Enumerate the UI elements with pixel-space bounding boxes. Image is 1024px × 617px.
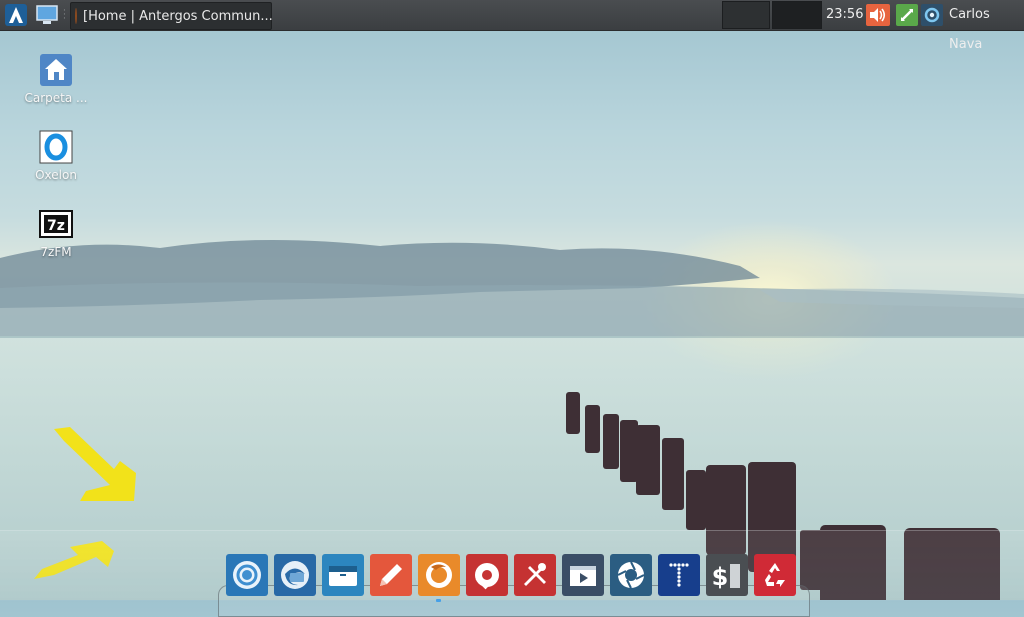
running-indicator (436, 599, 441, 602)
tools-icon (524, 563, 546, 586)
firefox-icon (426, 562, 452, 588)
dock-item-firefox[interactable] (418, 554, 460, 602)
dock-item-text-editor[interactable] (370, 554, 412, 596)
update-notifier-icon[interactable] (921, 4, 943, 26)
dock-item-video-player[interactable] (562, 554, 604, 596)
yellow-arrow-down-right (54, 427, 136, 501)
desktop-icon-home[interactable]: Carpeta ... (16, 53, 96, 105)
dock-item-shutter[interactable] (610, 554, 652, 596)
firefox-icon (75, 8, 77, 24)
desktop-icon-7zfm[interactable]: 7z 7zFM (16, 207, 96, 259)
dock-item-file-manager[interactable] (322, 554, 364, 596)
volume-icon[interactable] (866, 4, 890, 26)
dock-item-thunderbird[interactable] (274, 554, 316, 596)
thunderbird-icon (281, 561, 309, 589)
dock-item-chromium[interactable] (226, 554, 268, 596)
taskbar-window-button[interactable]: [Home | Antergos Commun... (70, 2, 273, 30)
recycle-icon (765, 563, 785, 587)
terminal-icon: $ (712, 563, 740, 591)
wallpaper-wooden-posts (566, 392, 1000, 600)
tweak-icon (475, 563, 499, 590)
network-glyph (901, 9, 913, 21)
antergos-menu-button[interactable] (3, 3, 29, 27)
home-folder-icon (39, 53, 73, 87)
monitor-icon (36, 5, 58, 24)
clock[interactable]: 23:56 (826, 0, 863, 30)
oxelon-icon (39, 130, 73, 164)
panel-separator: · · · (63, 6, 66, 24)
pencil-icon (380, 564, 402, 586)
dock-item-trash[interactable] (754, 554, 796, 596)
dock-item-terminal[interactable]: $ (706, 554, 748, 596)
video-icon (570, 566, 596, 586)
svg-text:7z: 7z (47, 218, 65, 234)
aperture-icon (617, 561, 645, 589)
speaker-glyph (870, 8, 886, 22)
taskbar-window-title: [Home | Antergos Commun... (83, 8, 273, 24)
show-desktop-button[interactable] (34, 3, 60, 27)
dock-item-system-tools[interactable] (514, 554, 556, 596)
network-icon[interactable] (896, 4, 918, 26)
desktop-icon-label: 7zFM (40, 245, 72, 259)
workspace-2[interactable] (772, 1, 822, 29)
type-icon (669, 563, 689, 587)
top-panel: · · · [Home | Antergos Commun... 23:56 Car… (0, 0, 1024, 52)
chromium-icon (233, 561, 261, 589)
workspace-1[interactable] (722, 1, 770, 29)
dock: $ (226, 554, 796, 602)
desktop-icon-label: Carpeta ... (24, 91, 88, 105)
dock-item-tweak-tool[interactable] (466, 554, 508, 596)
user-name[interactable]: Carlos Nava (949, 0, 1024, 52)
desktop-icon-label: Oxelon (35, 168, 77, 182)
desktop-icon-oxelon[interactable]: Oxelon (16, 130, 96, 182)
update-glyph (924, 7, 940, 23)
file-manager-icon (329, 566, 357, 586)
antergos-logo-icon (5, 4, 27, 26)
7zip-icon: 7z (39, 207, 73, 241)
dock-item-typecatcher[interactable] (658, 554, 700, 596)
svg-text:$: $ (712, 563, 729, 591)
